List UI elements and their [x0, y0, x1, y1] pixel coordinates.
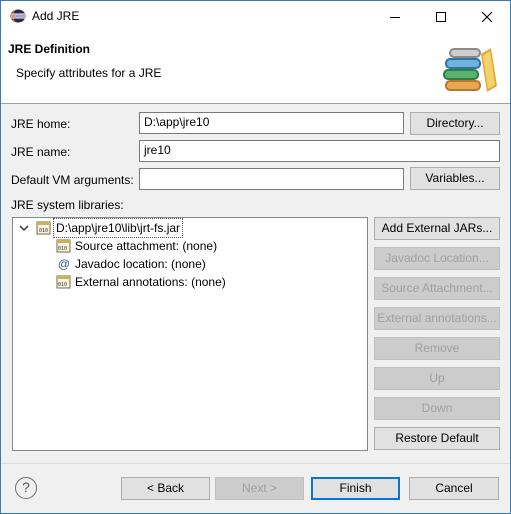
- svg-text:010: 010: [39, 228, 48, 234]
- down-button[interactable]: Down: [374, 397, 500, 420]
- close-icon: [482, 11, 492, 22]
- svg-text:010: 010: [58, 282, 67, 288]
- jar-path: D:\app\jre10\lib\jrt-fs.jar: [52, 218, 184, 238]
- jar-icon: 010: [36, 221, 52, 235]
- tree-row-javadoc[interactable]: @ Javadoc location: (none): [13, 255, 367, 273]
- variables-button[interactable]: Variables...: [410, 167, 500, 190]
- page-description: Specify attributes for a JRE: [16, 66, 162, 80]
- system-libraries-tree[interactable]: 010 D:\app\jre10\lib\jrt-fs.jar 010 Sour…: [12, 217, 368, 451]
- page-title: JRE Definition: [8, 42, 91, 56]
- remove-button[interactable]: Remove: [374, 337, 500, 360]
- finish-button[interactable]: Finish: [311, 477, 400, 500]
- back-button[interactable]: < Back: [121, 477, 210, 500]
- system-libraries-label: JRE system libraries:: [11, 198, 124, 212]
- wizard-banner: JRE Definition Specify attributes for a …: [1, 32, 510, 104]
- maximize-button[interactable]: [418, 1, 464, 32]
- jre-name-field[interactable]: jre10: [139, 140, 500, 162]
- source-attachment-label: Source attachment: (none): [75, 239, 218, 253]
- restore-default-button[interactable]: Restore Default: [374, 427, 500, 450]
- add-external-jars-button[interactable]: Add External JARs...: [374, 217, 500, 240]
- title-bar: Add JRE: [1, 1, 510, 32]
- external-annotations-button[interactable]: External annotations...: [374, 307, 500, 330]
- minimize-button[interactable]: [372, 1, 418, 32]
- vm-arguments-label: Default VM arguments:: [11, 173, 134, 187]
- source-attachment-icon: 010: [56, 239, 72, 253]
- javadoc-location-button[interactable]: Javadoc Location...: [374, 247, 500, 270]
- cancel-button[interactable]: Cancel: [409, 477, 499, 500]
- window-title: Add JRE: [32, 9, 80, 23]
- maximize-icon: [436, 11, 446, 22]
- external-annotations-icon: 010: [56, 275, 72, 289]
- tree-row-external-annotations[interactable]: 010 External annotations: (none): [13, 273, 367, 291]
- directory-button[interactable]: Directory...: [410, 112, 500, 135]
- minimize-icon: [390, 16, 400, 18]
- add-jre-dialog: Add JRE JRE Definition Specify attribute…: [0, 0, 511, 514]
- eclipse-icon: [10, 9, 26, 23]
- close-button[interactable]: [464, 1, 510, 32]
- svg-text:010: 010: [58, 246, 67, 252]
- tree-row-source-attachment[interactable]: 010 Source attachment: (none): [13, 237, 367, 255]
- jre-home-field[interactable]: D:\app\jre10: [139, 112, 404, 134]
- help-icon[interactable]: ?: [15, 477, 37, 499]
- javadoc-icon: @: [57, 257, 71, 271]
- javadoc-location-label: Javadoc location: (none): [75, 257, 206, 271]
- footer-divider: [1, 463, 510, 464]
- up-button[interactable]: Up: [374, 367, 500, 390]
- tree-row-jar[interactable]: 010 D:\app\jre10\lib\jrt-fs.jar: [13, 218, 367, 238]
- external-annotations-label: External annotations: (none): [75, 275, 226, 289]
- jre-name-label: JRE name:: [11, 145, 71, 159]
- vm-arguments-field[interactable]: [139, 168, 404, 190]
- library-books-icon: [439, 40, 499, 96]
- jre-home-label: JRE home:: [11, 117, 71, 131]
- source-attachment-button[interactable]: Source Attachment...: [374, 277, 500, 300]
- next-button[interactable]: Next >: [215, 477, 304, 500]
